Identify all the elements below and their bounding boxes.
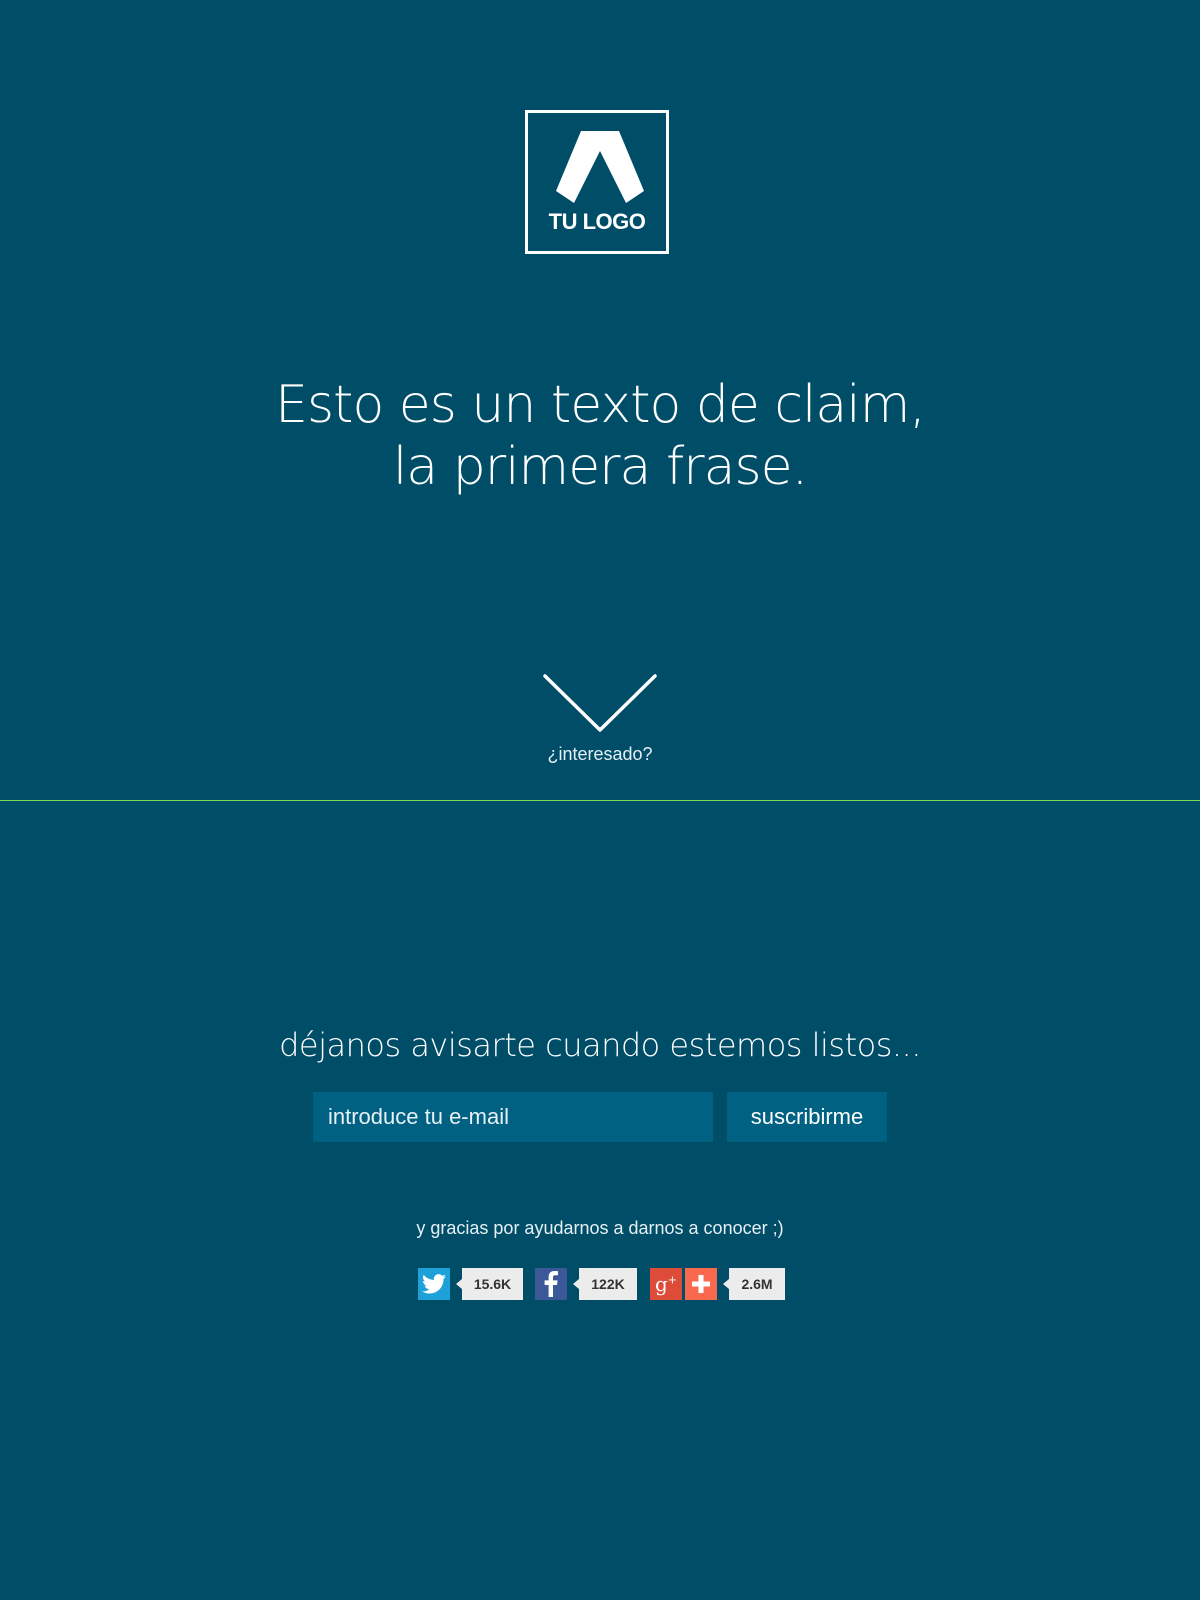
share-twitter: 15.6K (418, 1268, 523, 1300)
share-facebook: 122K (535, 1268, 637, 1300)
share-googleplus: g+ 2.6M (650, 1268, 785, 1300)
a-letter-logo-icon (556, 131, 644, 203)
hero-section: TU LOGO Esto es un texto de claim, la pr… (0, 0, 1200, 800)
claim-heading: Esto es un texto de claim, la primera fr… (0, 374, 1200, 498)
facebook-share-count: 122K (573, 1268, 637, 1300)
twitter-icon[interactable] (418, 1268, 450, 1300)
claim-line-2: la primera frase. (392, 437, 808, 497)
twitter-share-count: 15.6K (456, 1268, 523, 1300)
facebook-icon[interactable] (535, 1268, 567, 1300)
claim-line-1: Esto es un texto de claim, (275, 375, 926, 435)
chevron-down-icon[interactable] (542, 672, 658, 734)
section-divider (0, 800, 1200, 801)
thanks-text: y gracias por ayudarnos a darnos a conoc… (416, 1218, 784, 1238)
notify-heading: déjanos avisarte cuando estemos listos..… (279, 1026, 921, 1064)
logo-text: TU LOGO (548, 209, 646, 234)
email-field[interactable] (313, 1092, 713, 1142)
subscribe-button[interactable]: suscribirme (727, 1092, 887, 1142)
google-plus-icon[interactable]: g+ (650, 1268, 682, 1300)
plus-icon[interactable] (685, 1268, 717, 1300)
interested-link[interactable]: ¿interesado? (0, 744, 1200, 765)
googleplus-share-count: 2.6M (723, 1268, 785, 1300)
logo: TU LOGO (525, 110, 669, 254)
